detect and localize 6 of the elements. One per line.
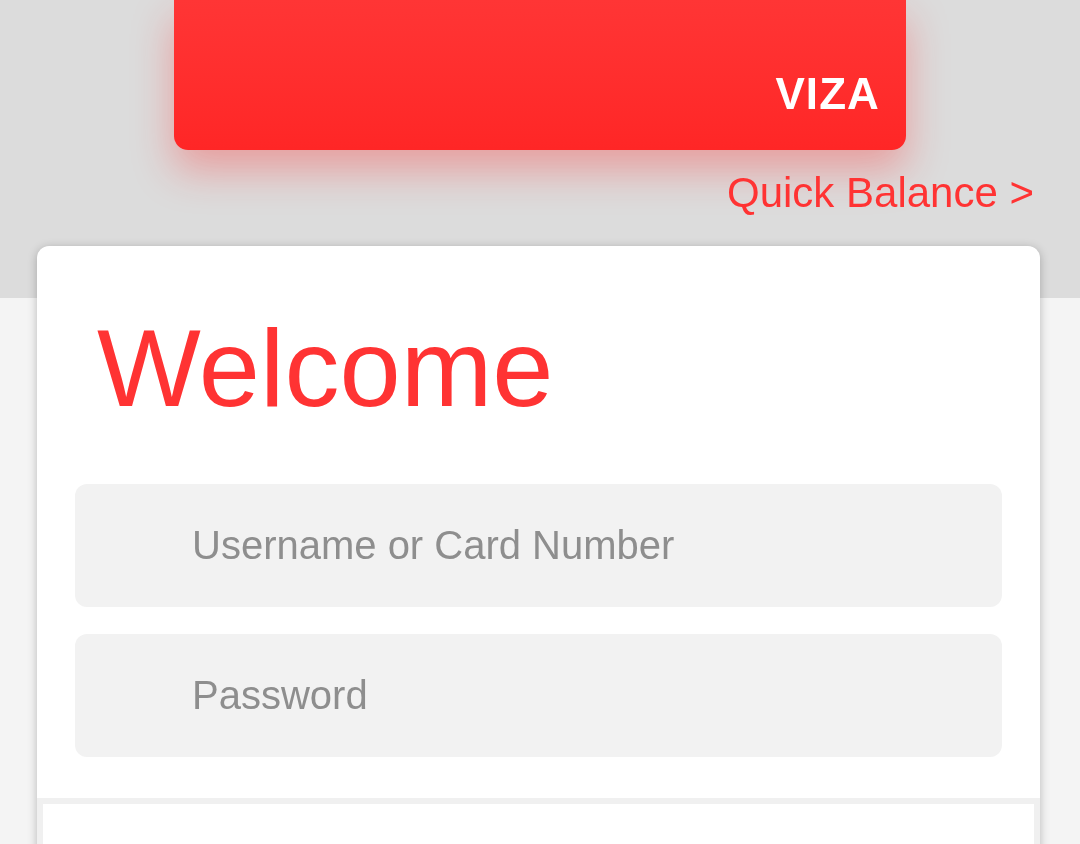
input-field[interactable]: Username or Card Number: [75, 484, 1002, 607]
card-brand: VIZA: [775, 72, 880, 116]
welcome-title: Welcome: [97, 308, 555, 428]
input-field[interactable]: Password: [75, 634, 1002, 757]
quick-balance-link[interactable]: Quick Balance >: [727, 168, 1034, 218]
credit-card[interactable]: VIZA: [174, 0, 906, 150]
